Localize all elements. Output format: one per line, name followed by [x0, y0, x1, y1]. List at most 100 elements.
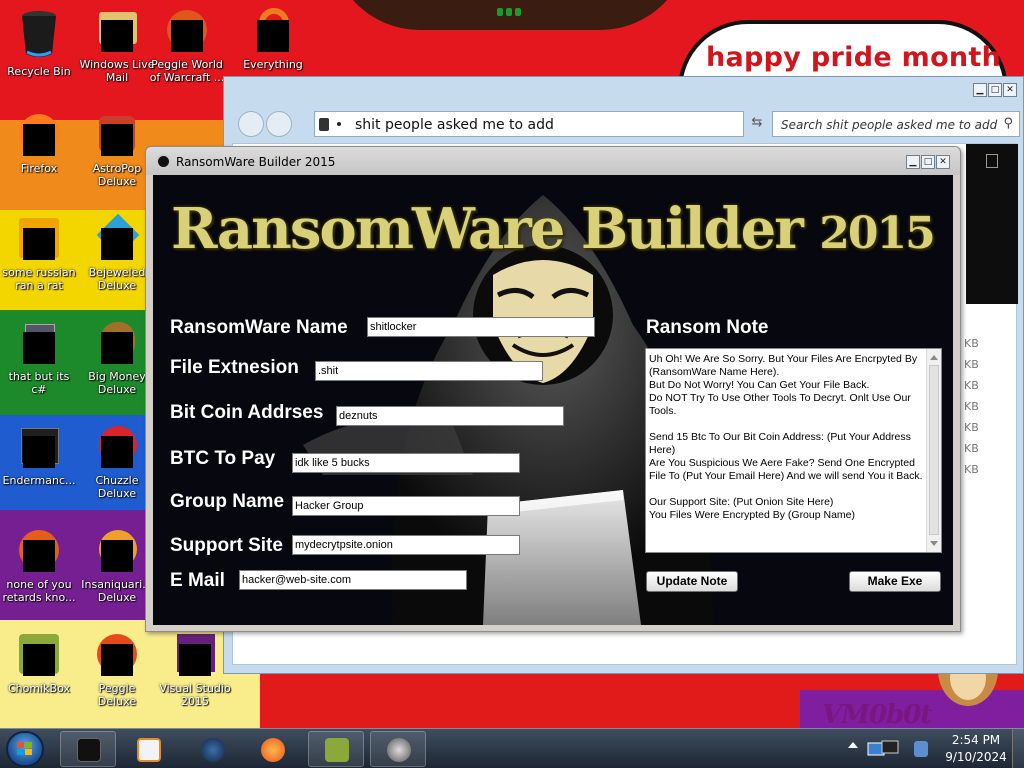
desktop-icon-rat[interactable]: some russian ran a rat [0, 210, 78, 306]
ransomware-name-label: RansomWare Name [170, 317, 348, 338]
desktop-icon-peggle[interactable]: Peggle Deluxe [78, 626, 156, 722]
taskbar-chomikbox[interactable] [308, 731, 364, 767]
forward-button[interactable] [266, 111, 292, 137]
desktop-icon-label: Recycle Bin [7, 65, 71, 78]
note-line: Our Support Site: (Put Onion Site Here) [649, 496, 834, 508]
terminal-icon [77, 738, 101, 762]
ransomware-builder-window: RansomWare Builder 2015 ▁ □ ✕ RansomWare… [145, 146, 961, 632]
support-site-input[interactable]: mydecrytpsite.onion [292, 535, 520, 555]
desktop-icon-recycle-bin[interactable]: Recycle Bin [0, 2, 78, 98]
desktop-icon-label: Peggle Deluxe [97, 682, 137, 708]
note-line [649, 483, 927, 496]
clock-date[interactable]: 9/10/2024 [944, 750, 1008, 764]
desktop-icon-firefox[interactable]: Firefox [0, 106, 78, 202]
bigmoney-icon [93, 318, 141, 366]
windows-logo-icon [17, 742, 33, 756]
search-input[interactable]: Search shit people asked me to add ⚲ [772, 111, 1020, 137]
app-icon [156, 154, 171, 169]
network-icon[interactable] [866, 739, 900, 759]
address-text: shit people asked me to add [355, 117, 554, 133]
show-desktop-button[interactable] [1012, 729, 1024, 768]
gear-icon [387, 738, 411, 762]
file-size-label: KB [964, 379, 979, 392]
volume-icon[interactable] [914, 741, 928, 757]
minimize-button[interactable]: ▁ [906, 155, 920, 169]
visual-studio-icon [171, 630, 219, 678]
btc-address-input[interactable]: deznuts [336, 406, 564, 426]
peggle-icon [93, 630, 141, 678]
group-name-input[interactable]: Hacker Group [292, 496, 520, 516]
explorer-navigation-bar: shit people asked me to add ▼ ⇆ Search s… [224, 105, 1024, 141]
search-icon[interactable]: ⚲ [1003, 116, 1013, 131]
desktop-icon-label: none of you retards kno... [2, 578, 76, 604]
banner-main-text: RansomWare Builder [171, 196, 804, 262]
close-button[interactable]: ✕ [1003, 83, 1017, 97]
note-line: But Do Not Worry! You Can Get Your File … [649, 379, 870, 391]
firefox-icon [15, 110, 63, 158]
clock-time[interactable]: 2:54 PM [944, 733, 1008, 747]
minimize-button[interactable]: ▁ [973, 83, 987, 97]
refresh-icon[interactable]: ⇆ [744, 111, 770, 137]
system-tray: 2:54 PM 9/10/2024 [840, 729, 1024, 768]
file-icon [986, 154, 998, 168]
note-line: Do NOT Try To Use Other Tools To Decryt.… [649, 392, 911, 417]
desktop-icon-windows-live-mail[interactable]: Windows Live Mail [78, 2, 156, 98]
everything-search-icon [249, 6, 297, 54]
ransom-note-textarea[interactable]: Uh Oh! We Are So Sorry. But Your Files A… [645, 348, 942, 553]
ransomware-builder-form: RansomWare Builder 2015 RansomWare Name … [153, 175, 953, 625]
note-line [649, 418, 927, 431]
scrollbar-thumb[interactable] [929, 365, 939, 535]
folder-icon [319, 118, 329, 131]
file-size-label: KB [964, 442, 979, 455]
bejeweled-icon [93, 213, 141, 262]
desktop-icon-csharp[interactable]: that but its c# [0, 314, 78, 410]
close-button[interactable]: ✕ [936, 155, 950, 169]
file-size-label: KB [964, 358, 979, 371]
taskbar-firefox[interactable] [244, 731, 300, 767]
desktop-icon-label: Endermanc... [2, 474, 76, 487]
desktop-icon-endermanch[interactable]: Endermanc... [0, 418, 78, 514]
taskbar-media-player[interactable] [120, 731, 176, 767]
window-title: RansomWare Builder 2015 [176, 155, 336, 169]
update-note-button[interactable]: Update Note [646, 571, 738, 592]
file-extension-input[interactable]: .shit [315, 361, 543, 381]
show-hidden-icons-icon[interactable] [848, 742, 858, 748]
maximize-button[interactable]: □ [988, 83, 1002, 97]
email-input[interactable]: hacker@web-site.com [239, 570, 467, 590]
desktop-icon-peggle-wow[interactable]: Peggle World of Warcraft ... [148, 2, 226, 98]
desktop-icon-chomikbox[interactable]: ChomikBox [0, 626, 78, 722]
desktop-icon-label: Firefox [20, 162, 58, 175]
taskbar-terminal-app[interactable] [60, 731, 116, 767]
ransomware-name-input[interactable]: shitlocker [367, 317, 595, 337]
make-exe-button[interactable]: Make Exe [849, 571, 941, 592]
file-size-label: KB [964, 421, 979, 434]
desktop-icon-label: Peggle World of Warcraft ... [149, 58, 225, 84]
shortcut-icon [15, 526, 63, 574]
back-button[interactable] [238, 111, 264, 137]
search-placeholder: Search shit people asked me to add [781, 118, 998, 132]
media-player-icon [137, 738, 161, 762]
email-label: E Mail [170, 570, 225, 591]
btc-amount-label: BTC To Pay [170, 448, 276, 469]
app-banner-title: RansomWare Builder 2015 [171, 201, 936, 257]
desktop-icon-label: Everything [243, 58, 303, 71]
btc-amount-input[interactable]: idk like 5 bucks [292, 453, 520, 473]
btc-address-label: Bit Coin Addrses [170, 402, 324, 423]
scroll-down-arrow-icon[interactable] [930, 541, 938, 546]
taskbar-tool-app[interactable] [370, 731, 426, 767]
address-bar[interactable]: shit people asked me to add ▼ [314, 111, 819, 137]
chomikbox-icon [325, 738, 349, 762]
mail-icon [93, 6, 141, 54]
wallpaper-dome-eyes [497, 6, 527, 16]
globe-icon [201, 738, 225, 762]
note-scrollbar[interactable] [926, 349, 941, 552]
desktop-icon-label: some russian ran a rat [2, 266, 76, 292]
taskbar: 2:54 PM 9/10/2024 [0, 728, 1024, 768]
chomikbox-icon [15, 630, 63, 678]
start-button[interactable] [6, 731, 44, 767]
note-line: Send 15 Btc To Our Bit Coin Address: (Pu… [649, 431, 911, 456]
scroll-up-arrow-icon[interactable] [930, 355, 938, 360]
maximize-button[interactable]: □ [921, 155, 935, 169]
taskbar-globe-app[interactable] [184, 731, 240, 767]
desktop-icon-shortcut[interactable]: none of you retards kno... [0, 522, 78, 618]
